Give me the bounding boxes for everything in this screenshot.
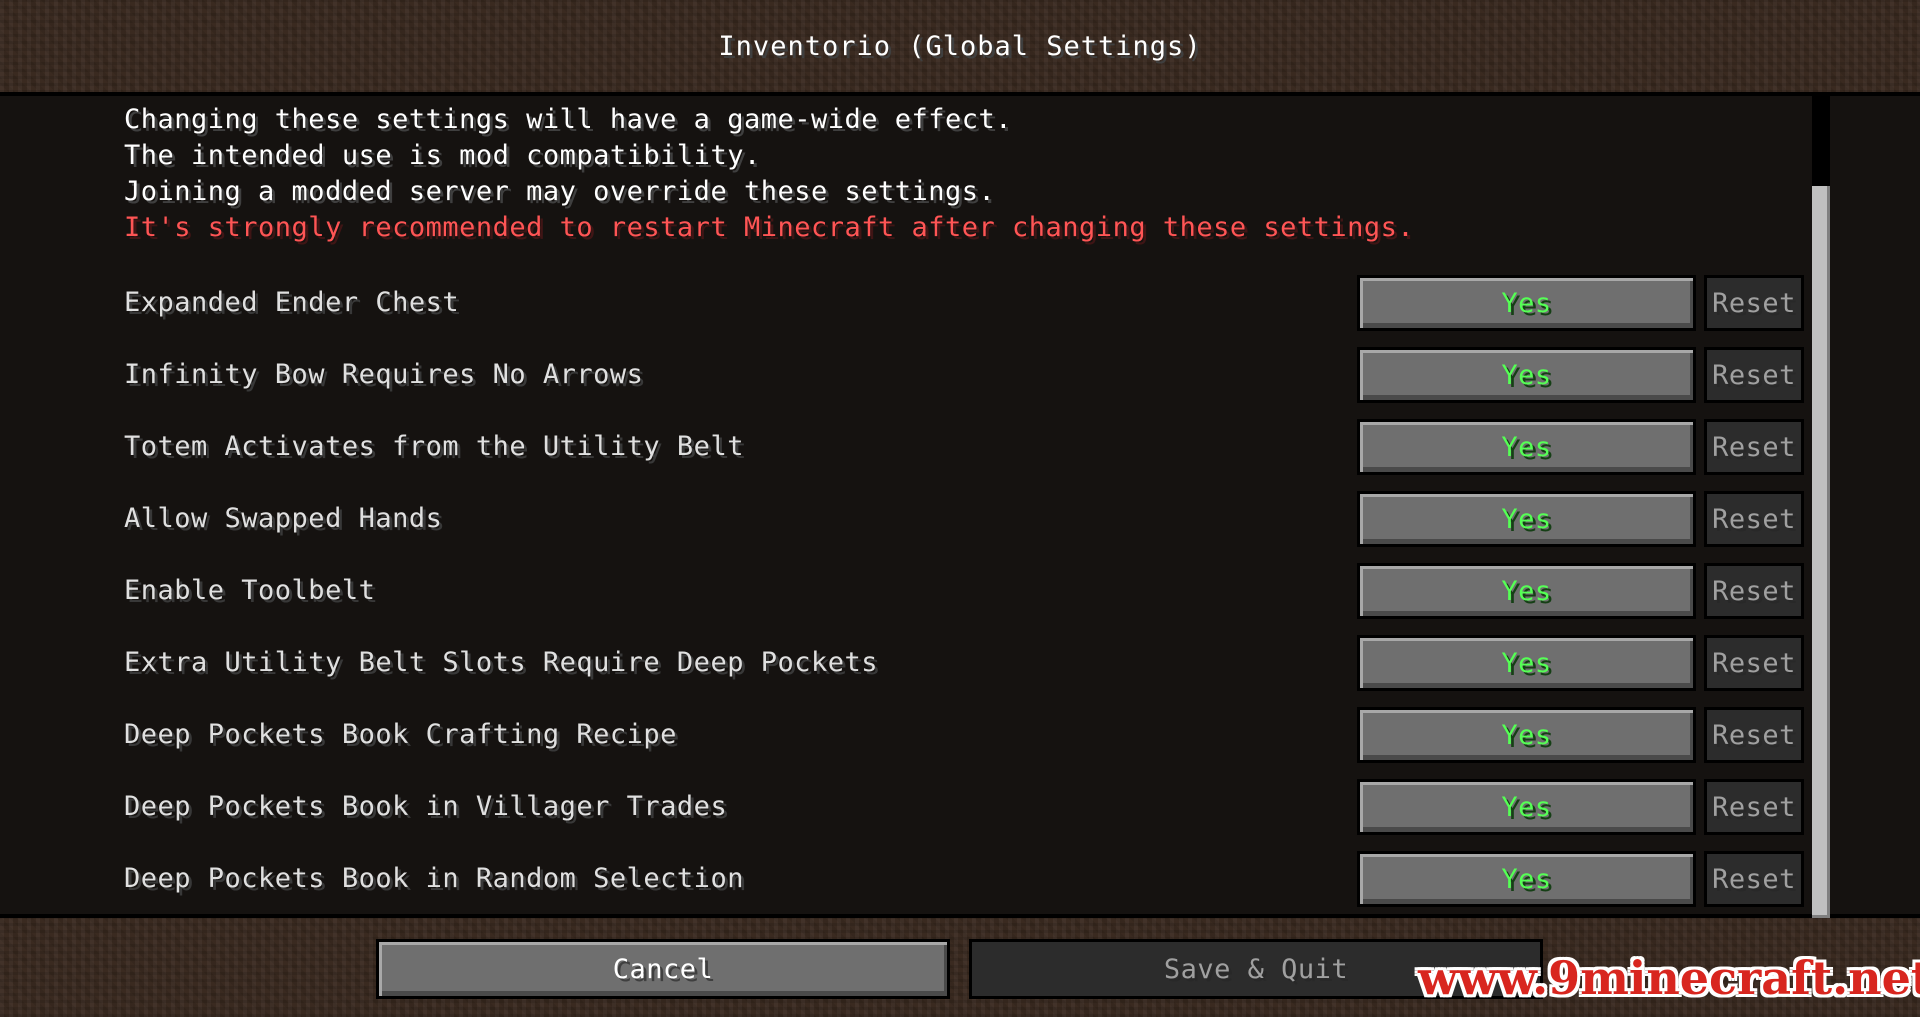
setting-row-expanded-ender-chest: Expanded Ender Chest Yes Reset [0,275,1820,331]
setting-value-button[interactable]: Yes [1357,347,1696,403]
title-bar: Inventorio (Global Settings) [0,0,1920,92]
setting-label: Allow Swapped Hands [124,503,443,534]
setting-label: Deep Pockets Book in Random Selection [124,863,744,894]
info-line: Joining a modded server may override the… [124,176,996,207]
setting-row-infinity-bow: Infinity Bow Requires No Arrows Yes Rese… [0,347,1820,403]
settings-screen: Inventorio (Global Settings) Changing th… [0,0,1920,1017]
setting-row-deep-pockets-random: Deep Pockets Book in Random Selection Ye… [0,851,1820,907]
info-text: Changing these settings will have a game… [124,102,1414,246]
warning-line: It's strongly recommended to restart Min… [124,212,1415,243]
setting-value-button[interactable]: Yes [1357,635,1696,691]
reset-button[interactable]: Reset [1704,347,1804,403]
reset-button[interactable]: Reset [1704,707,1804,763]
setting-value-button[interactable]: Yes [1357,563,1696,619]
info-line: The intended use is mod compatibility. [124,140,761,171]
setting-value-button[interactable]: Yes [1357,275,1696,331]
reset-button[interactable]: Reset [1704,275,1804,331]
setting-value-button[interactable]: Yes [1357,491,1696,547]
setting-value-button[interactable]: Yes [1357,707,1696,763]
setting-row-allow-swapped-hands: Allow Swapped Hands Yes Reset [0,491,1820,547]
setting-value-button[interactable]: Yes [1357,851,1696,907]
screen-title: Inventorio (Global Settings) [718,30,1202,62]
reset-button[interactable]: Reset [1704,419,1804,475]
setting-value-button[interactable]: Yes [1357,419,1696,475]
setting-label: Deep Pockets Book in Villager Trades [124,791,728,822]
setting-label: Extra Utility Belt Slots Require Deep Po… [124,647,878,678]
setting-label: Deep Pockets Book Crafting Recipe [124,719,677,750]
scrollbar-thumb[interactable] [1812,186,1830,918]
setting-row-deep-pockets-villager: Deep Pockets Book in Villager Trades Yes… [0,779,1820,835]
reset-button[interactable]: Reset [1704,563,1804,619]
reset-button[interactable]: Reset [1704,491,1804,547]
setting-row-extra-utility-belt-slots: Extra Utility Belt Slots Require Deep Po… [0,635,1820,691]
setting-row-enable-toolbelt: Enable Toolbelt Yes Reset [0,563,1820,619]
reset-button[interactable]: Reset [1704,851,1804,907]
setting-row-totem-activates: Totem Activates from the Utility Belt Ye… [0,419,1820,475]
setting-label: Totem Activates from the Utility Belt [124,431,744,462]
info-line: Changing these settings will have a game… [124,104,1013,135]
setting-value-button[interactable]: Yes [1357,779,1696,835]
setting-label: Enable Toolbelt [124,575,376,606]
reset-button[interactable]: Reset [1704,635,1804,691]
setting-label: Infinity Bow Requires No Arrows [124,359,644,390]
setting-row-deep-pockets-crafting: Deep Pockets Book Crafting Recipe Yes Re… [0,707,1820,763]
settings-list[interactable]: Changing these settings will have a game… [0,92,1920,918]
watermark: www.9minecraft.net [1418,951,1920,1005]
setting-label: Expanded Ender Chest [124,287,460,318]
reset-button[interactable]: Reset [1704,779,1804,835]
cancel-button[interactable]: Cancel [376,939,950,999]
